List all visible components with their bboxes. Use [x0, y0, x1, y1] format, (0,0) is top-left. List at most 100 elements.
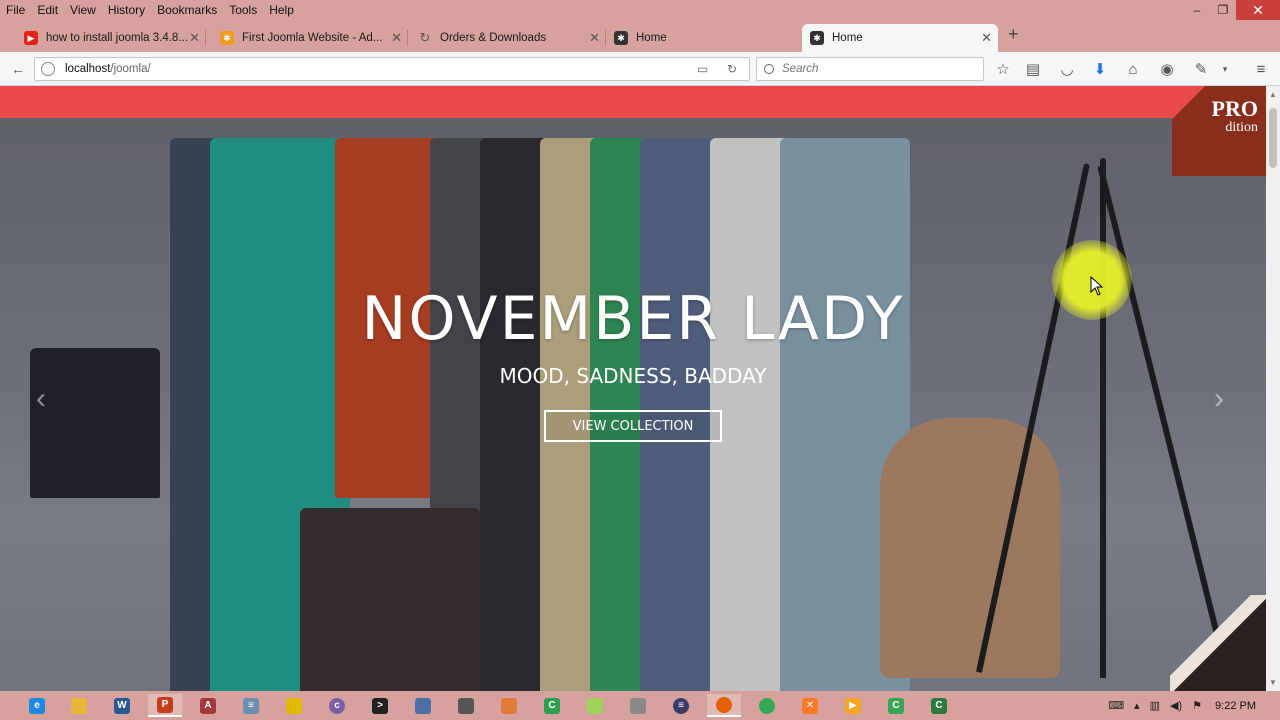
tray-expand-icon[interactable]: ▴: [1134, 699, 1140, 712]
slider-prev-icon[interactable]: ‹: [36, 382, 46, 416]
system-tray: ⌨ ▴ ▥ ◀) ⚑ 9:22 PM: [1103, 691, 1280, 720]
url-bar[interactable]: localhost/joomla/ ▭ ↻: [34, 57, 750, 81]
hero-overlay: [0, 118, 1266, 691]
close-window-button[interactable]: ✕: [1236, 0, 1280, 20]
tab-label: how to install joomla 3.4.8...: [46, 32, 188, 44]
camtasia-recorder-icon[interactable]: C: [922, 694, 956, 717]
menu-file[interactable]: File: [0, 0, 31, 20]
app-icon[interactable]: [277, 694, 311, 717]
minimize-button[interactable]: –: [1184, 0, 1210, 20]
scroll-thumb[interactable]: [1269, 108, 1277, 168]
tab-label: Orders & Downloads: [440, 32, 547, 44]
scroll-down-icon[interactable]: ▼: [1269, 678, 1277, 687]
network-icon[interactable]: ≡: [234, 694, 268, 717]
hamburger-menu-icon[interactable]: ≡: [1250, 59, 1272, 79]
badge-line1: PRO: [1211, 96, 1258, 121]
overflow-dropdown-icon[interactable]: ▾: [1214, 59, 1236, 79]
keyboard-icon[interactable]: ⌨: [1108, 699, 1124, 712]
menu-bookmarks[interactable]: Bookmarks: [151, 0, 223, 20]
pro-edition-badge[interactable]: PRO dition: [1172, 86, 1266, 176]
menu-history[interactable]: History: [102, 0, 151, 20]
tab-orders-downloads[interactable]: ↻ Orders & Downloads ✕: [410, 24, 606, 52]
joomla-icon: ✱: [614, 31, 628, 45]
globe-icon: [41, 62, 55, 76]
app-icon[interactable]: c: [320, 694, 354, 717]
view-collection-button[interactable]: VIEW COLLECTION: [544, 410, 722, 442]
hero-slider: NOVEMBER LADY MOOD, SADNESS, BADDAY VIEW…: [0, 118, 1266, 691]
mouse-cursor-icon: [1090, 275, 1104, 299]
media-player-icon[interactable]: ▶: [836, 694, 870, 717]
tab-first-joomla[interactable]: ✱ First Joomla Website - Ad... ✕: [212, 24, 408, 52]
page-scrollbar[interactable]: ▲ ▼: [1266, 86, 1280, 691]
reload-icon[interactable]: ↻: [727, 62, 737, 76]
app-icon[interactable]: [621, 694, 655, 717]
app-icon[interactable]: [449, 694, 483, 717]
taskbar: e W P A ≡ c > C ≡ ✕ ▶ C C ⌨ ▴ ▥ ◀) ⚑ 9:2…: [0, 691, 1280, 720]
extension-icon[interactable]: ✎: [1190, 59, 1212, 79]
clock[interactable]: 9:22 PM: [1215, 700, 1256, 712]
file-explorer-icon[interactable]: [62, 694, 96, 717]
tab-label: First Joomla Website - Ad...: [242, 32, 383, 44]
menu-view[interactable]: View: [64, 0, 102, 20]
youtube-icon: ▶: [24, 31, 38, 45]
tab-strip: ▶ how to install joomla 3.4.8... ✕ ✱ Fir…: [0, 20, 1280, 52]
badge-line2: dition: [1225, 120, 1258, 135]
menu-bar: File Edit View History Bookmarks Tools H…: [0, 0, 1280, 20]
word-icon[interactable]: W: [105, 694, 139, 717]
tab-home-active[interactable]: ✱ Home ✕: [802, 24, 998, 52]
ie-icon[interactable]: e: [20, 694, 54, 717]
app-icon[interactable]: [492, 694, 526, 717]
web-page: NOVEMBER LADY MOOD, SADNESS, BADDAY VIEW…: [0, 86, 1266, 691]
site-header-bar: [0, 86, 1266, 118]
navigation-bar: ← localhost/joomla/ ▭ ↻ ☆ ▤ ◡ ⬇ ⌂ ◉ ✎ ▾ …: [0, 52, 1280, 86]
url-host: localhost: [65, 63, 111, 75]
search-input[interactable]: [782, 63, 972, 75]
scroll-up-icon[interactable]: ▲: [1269, 90, 1277, 99]
page-curl-image: [1170, 595, 1266, 691]
joomla-icon: ✱: [220, 31, 234, 45]
hero-subtitle: MOOD, SADNESS, BADDAY: [499, 364, 767, 388]
camtasia-icon[interactable]: C: [879, 694, 913, 717]
volume-icon[interactable]: ◀): [1170, 699, 1182, 712]
downloads-icon[interactable]: ⬇: [1089, 59, 1111, 79]
chat-icon[interactable]: ◉: [1156, 59, 1178, 79]
restore-button[interactable]: ❐: [1210, 0, 1236, 20]
flag-icon[interactable]: ⚑: [1192, 699, 1202, 712]
search-icon: [764, 64, 774, 74]
tab-close-icon[interactable]: ✕: [189, 30, 200, 46]
network-tray-icon[interactable]: ▥: [1150, 699, 1160, 712]
app-icon[interactable]: ≡: [664, 694, 698, 717]
terminal-icon[interactable]: >: [363, 694, 397, 717]
tab-youtube[interactable]: ▶ how to install joomla 3.4.8... ✕: [16, 24, 206, 52]
access-icon[interactable]: A: [191, 694, 225, 717]
home-icon[interactable]: ⌂: [1122, 59, 1144, 79]
slider-next-icon[interactable]: ›: [1214, 382, 1224, 416]
firefox-icon[interactable]: [707, 694, 741, 717]
pocket-icon[interactable]: ◡: [1056, 59, 1078, 79]
new-tab-icon[interactable]: +: [1008, 24, 1019, 45]
url-path: /joomla/: [110, 63, 151, 75]
url-text[interactable]: localhost/joomla/: [65, 63, 151, 75]
back-icon[interactable]: ←: [8, 60, 28, 78]
app-icon[interactable]: C: [535, 694, 569, 717]
powerpoint-icon[interactable]: P: [148, 694, 182, 717]
app-icon[interactable]: [406, 694, 440, 717]
chrome-icon[interactable]: [750, 694, 784, 717]
menu-tools[interactable]: Tools: [223, 0, 263, 20]
bookmark-star-icon[interactable]: ☆: [992, 59, 1014, 79]
window-controls: – ❐ ✕: [1184, 0, 1280, 20]
reader-view-icon[interactable]: ▭: [697, 62, 708, 76]
tab-home[interactable]: ✱ Home: [606, 24, 800, 52]
sync-icon: ↻: [419, 30, 431, 45]
tab-close-icon[interactable]: ✕: [981, 30, 992, 46]
menu-help[interactable]: Help: [263, 0, 300, 20]
search-box[interactable]: [756, 57, 984, 81]
notepad-icon[interactable]: [578, 694, 612, 717]
tab-label: Home: [636, 32, 667, 44]
tab-close-icon[interactable]: ✕: [589, 30, 600, 46]
bookmarks-list-icon[interactable]: ▤: [1022, 59, 1044, 79]
joomla-icon: ✱: [810, 31, 824, 45]
menu-edit[interactable]: Edit: [31, 0, 64, 20]
tab-close-icon[interactable]: ✕: [391, 30, 402, 46]
xampp-icon[interactable]: ✕: [793, 694, 827, 717]
